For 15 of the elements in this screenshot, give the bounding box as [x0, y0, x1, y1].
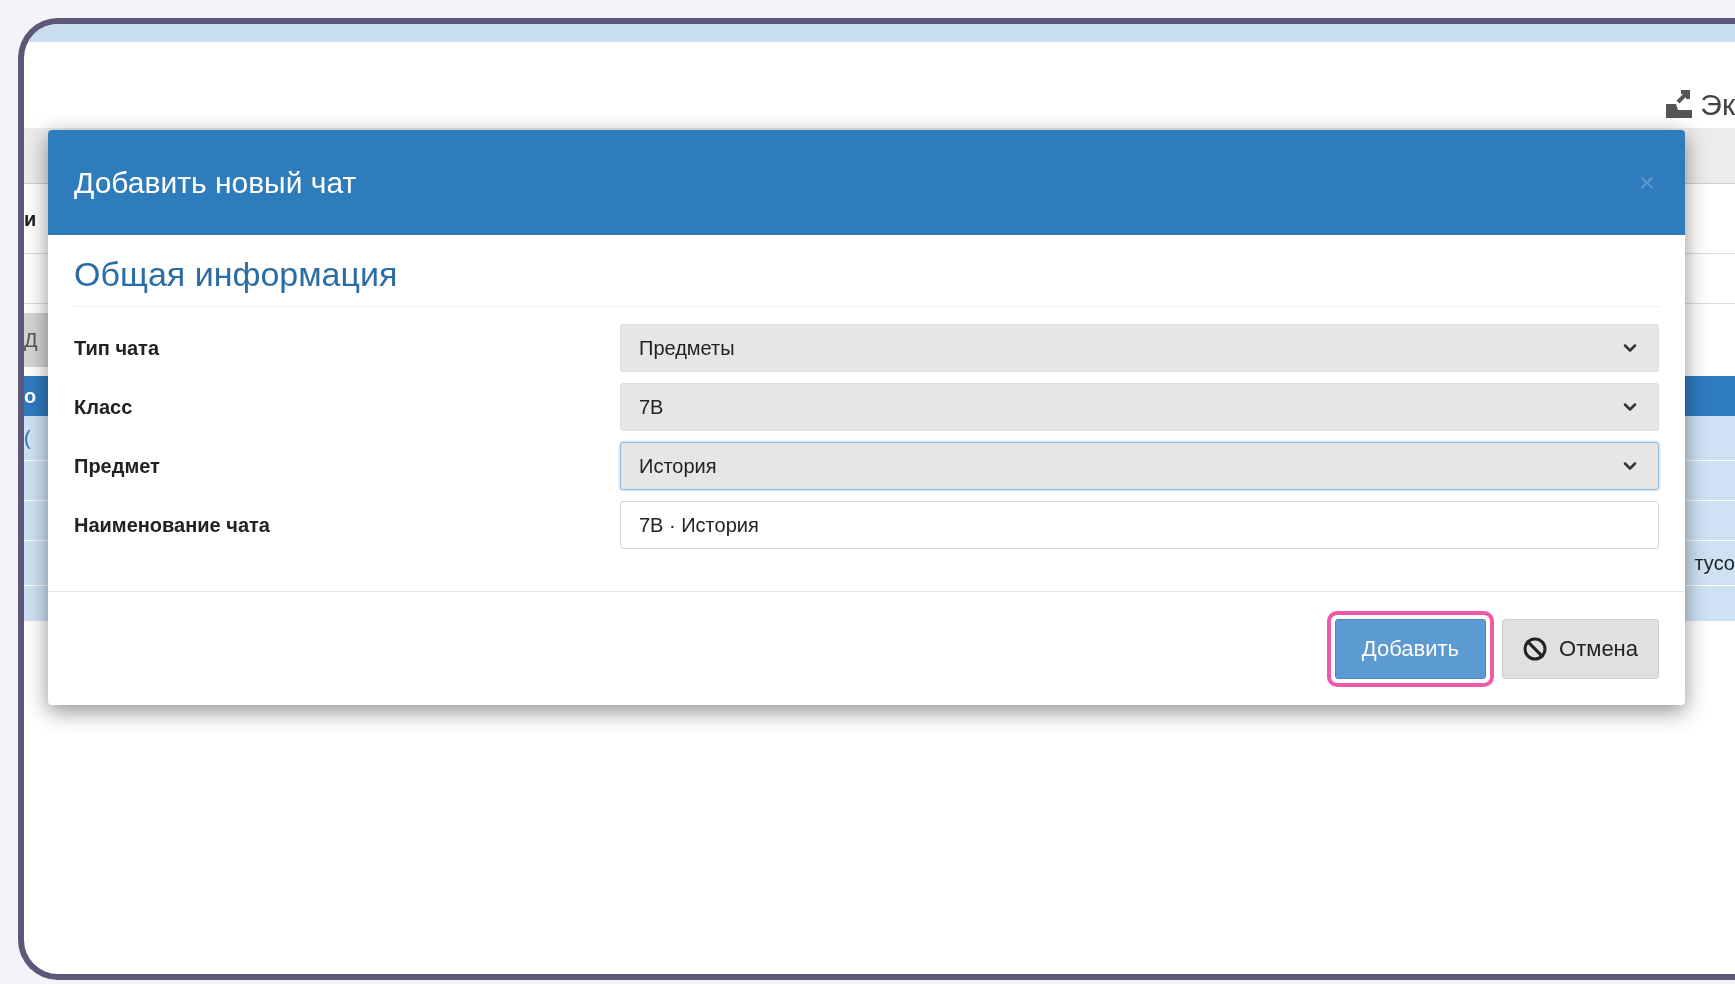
- select-field[interactable]: Предметы: [620, 323, 1659, 372]
- export-icon: [1664, 88, 1695, 120]
- export-link[interactable]: Эк: [1700, 81, 1735, 127]
- field-label: Предмет: [74, 453, 161, 479]
- select-field[interactable]: 7В: [620, 382, 1659, 431]
- select-field[interactable]: История: [620, 441, 1659, 490]
- section-title: Общая информация: [74, 254, 398, 295]
- field-label: Тип чата: [74, 335, 161, 361]
- cancel-icon: [1523, 636, 1548, 661]
- cancel-button[interactable]: Отмена: [1502, 618, 1659, 679]
- background-text: и: [24, 206, 37, 232]
- field-label: Класс: [74, 394, 134, 420]
- input-field[interactable]: 7В · История: [620, 500, 1659, 549]
- dialog-title: Добавить новый чат: [74, 165, 357, 201]
- field-label: Наименование чата: [74, 512, 271, 538]
